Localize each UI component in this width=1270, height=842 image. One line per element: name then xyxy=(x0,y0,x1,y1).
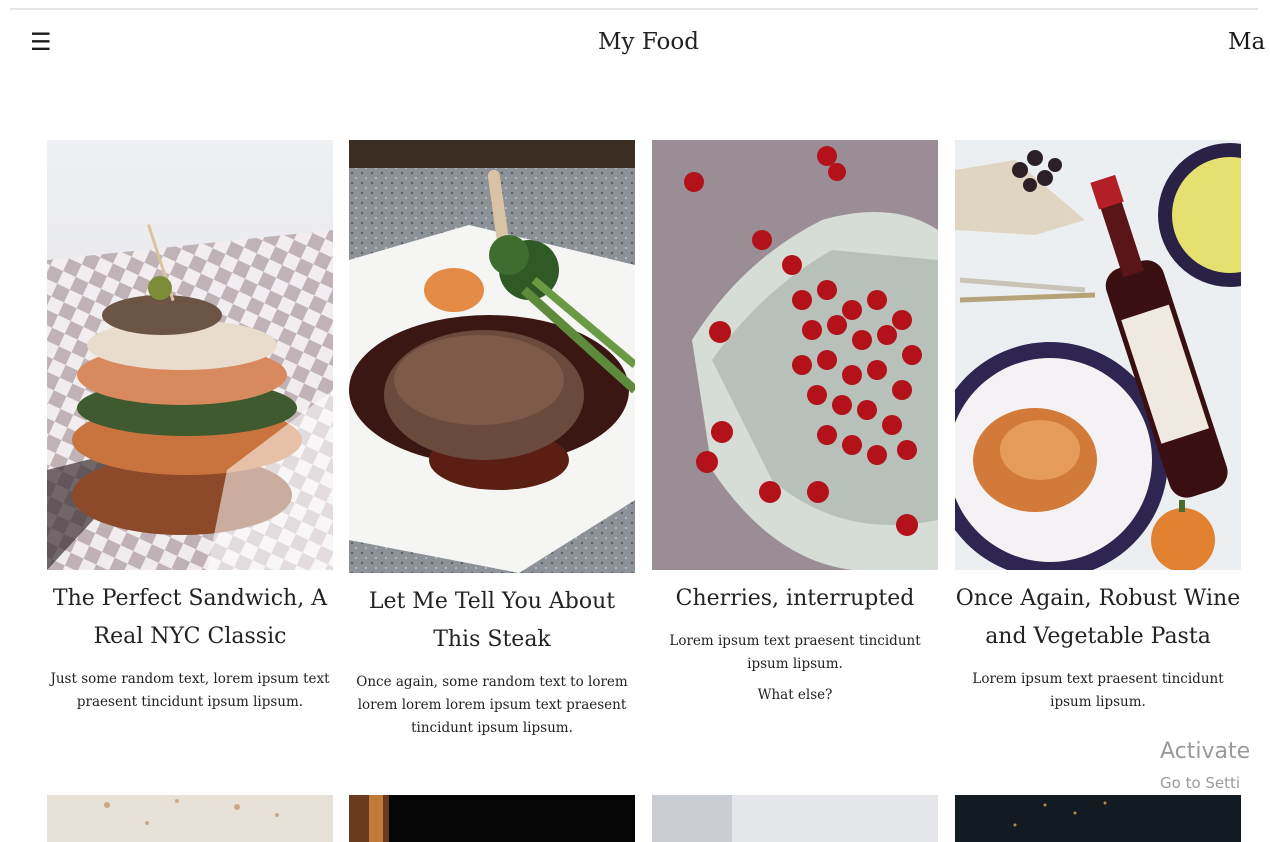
article-card-sandwich[interactable]: The Perfect Sandwich, A Real NYC Classic… xyxy=(47,140,333,714)
cherries-image[interactable] xyxy=(652,140,938,570)
article-thumb-8[interactable] xyxy=(955,795,1241,842)
card-title[interactable]: The Perfect Sandwich, A Real NYC Classic xyxy=(47,580,333,656)
card-title[interactable]: Once Again, Robust Wine and Vegetable Pa… xyxy=(955,580,1241,656)
article-card-wine-pasta[interactable]: Once Again, Robust Wine and Vegetable Pa… xyxy=(955,140,1241,714)
nav-link-truncated[interactable]: Ma xyxy=(1228,26,1270,58)
steak-image[interactable] xyxy=(349,140,635,573)
card-text-secondary: What else? xyxy=(757,687,833,703)
activation-watermark: Activate Go to Setti xyxy=(1160,739,1251,792)
card-text: Lorem ipsum text praesent tincidunt ipsu… xyxy=(669,633,921,672)
article-thumb-5[interactable] xyxy=(47,795,333,842)
wine-pasta-image[interactable] xyxy=(955,140,1241,570)
card-text: Just some random text, lorem ipsum text … xyxy=(50,671,330,710)
page-title: My Food xyxy=(598,29,699,55)
article-thumb-7[interactable] xyxy=(652,795,938,842)
card-text: Once again, some random text to lorem lo… xyxy=(356,674,628,736)
article-card-cherries[interactable]: Cherries, interrupted Lorem ipsum text p… xyxy=(652,140,938,707)
sandwich-image[interactable] xyxy=(47,140,333,570)
card-title[interactable]: Cherries, interrupted xyxy=(652,580,938,618)
card-title[interactable]: Let Me Tell You About This Steak xyxy=(349,583,635,659)
article-card-steak[interactable]: Let Me Tell You About This Steak Once ag… xyxy=(349,140,635,740)
card-text: Lorem ipsum text praesent tincidunt ipsu… xyxy=(972,671,1224,710)
article-thumb-6[interactable] xyxy=(349,795,635,842)
top-divider xyxy=(10,8,1258,10)
